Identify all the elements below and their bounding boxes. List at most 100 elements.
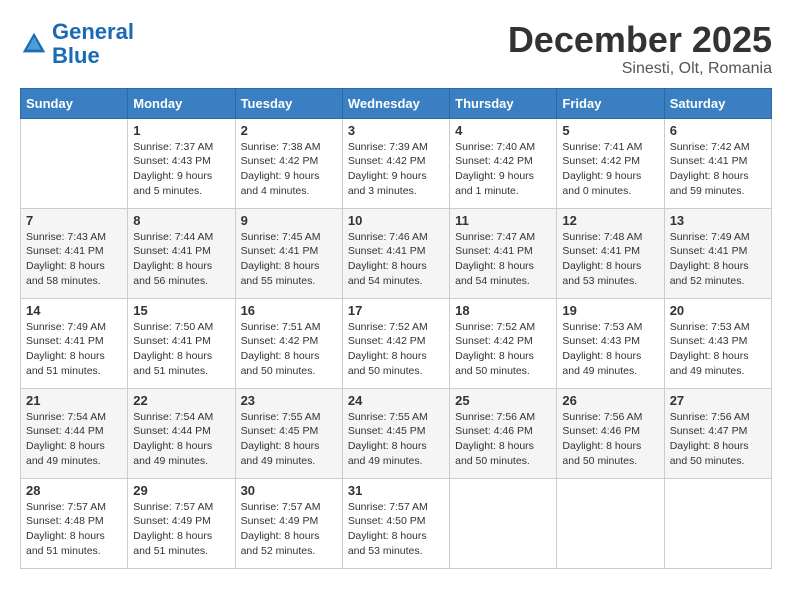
calendar-table: SundayMondayTuesdayWednesdayThursdayFrid… — [20, 88, 772, 569]
day-number: 6 — [670, 123, 766, 138]
week-row-3: 14 Sunrise: 7:49 AM Sunset: 4:41 PM Dayli… — [21, 298, 772, 388]
day-number: 27 — [670, 393, 766, 408]
weekday-header-row: SundayMondayTuesdayWednesdayThursdayFrid… — [21, 88, 772, 118]
calendar-cell: 30 Sunrise: 7:57 AM Sunset: 4:49 PM Dayli… — [235, 478, 342, 568]
day-info: Sunrise: 7:43 AM Sunset: 4:41 PM Dayligh… — [26, 230, 122, 289]
logo-line1: General — [52, 19, 134, 44]
weekday-header-friday: Friday — [557, 88, 664, 118]
day-number: 1 — [133, 123, 229, 138]
day-info: Sunrise: 7:55 AM Sunset: 4:45 PM Dayligh… — [241, 410, 337, 469]
calendar-cell: 4 Sunrise: 7:40 AM Sunset: 4:42 PM Daylig… — [450, 118, 557, 208]
day-info: Sunrise: 7:44 AM Sunset: 4:41 PM Dayligh… — [133, 230, 229, 289]
logo-text: General Blue — [52, 20, 134, 68]
calendar-cell: 1 Sunrise: 7:37 AM Sunset: 4:43 PM Daylig… — [128, 118, 235, 208]
day-number: 24 — [348, 393, 444, 408]
day-info: Sunrise: 7:48 AM Sunset: 4:41 PM Dayligh… — [562, 230, 658, 289]
weekday-header-monday: Monday — [128, 88, 235, 118]
day-number: 13 — [670, 213, 766, 228]
day-info: Sunrise: 7:38 AM Sunset: 4:42 PM Dayligh… — [241, 140, 337, 199]
day-info: Sunrise: 7:45 AM Sunset: 4:41 PM Dayligh… — [241, 230, 337, 289]
day-number: 18 — [455, 303, 551, 318]
day-number: 20 — [670, 303, 766, 318]
calendar-cell: 23 Sunrise: 7:55 AM Sunset: 4:45 PM Dayli… — [235, 388, 342, 478]
weekday-header-saturday: Saturday — [664, 88, 771, 118]
day-number: 4 — [455, 123, 551, 138]
calendar-cell: 28Sunrise: 7:57 AM Sunset: 4:48 PM Dayli… — [21, 478, 128, 568]
day-number: 10 — [348, 213, 444, 228]
calendar-cell — [450, 478, 557, 568]
day-info: Sunrise: 7:41 AM Sunset: 4:42 PM Dayligh… — [562, 140, 658, 199]
calendar-cell: 16Sunrise: 7:51 AM Sunset: 4:42 PM Dayli… — [235, 298, 342, 388]
day-info: Sunrise: 7:37 AM Sunset: 4:43 PM Dayligh… — [133, 140, 229, 199]
calendar-cell: 8Sunrise: 7:44 AM Sunset: 4:41 PM Daylig… — [128, 208, 235, 298]
logo-line2: Blue — [52, 43, 100, 68]
day-info: Sunrise: 7:47 AM Sunset: 4:41 PM Dayligh… — [455, 230, 551, 289]
calendar-cell: 10 Sunrise: 7:46 AM Sunset: 4:41 PM Dayli… — [342, 208, 449, 298]
calendar-cell: 13 Sunrise: 7:49 AM Sunset: 4:41 PM Dayli… — [664, 208, 771, 298]
calendar-cell: 18 Sunrise: 7:52 AM Sunset: 4:42 PM Dayli… — [450, 298, 557, 388]
day-info: Sunrise: 7:50 AM Sunset: 4:41 PM Dayligh… — [133, 320, 229, 379]
day-info: Sunrise: 7:52 AM Sunset: 4:42 PM Dayligh… — [455, 320, 551, 379]
day-number: 3 — [348, 123, 444, 138]
calendar-cell: 2Sunrise: 7:38 AM Sunset: 4:42 PM Daylig… — [235, 118, 342, 208]
calendar-cell: 12 Sunrise: 7:48 AM Sunset: 4:41 PM Dayli… — [557, 208, 664, 298]
calendar-cell: 3 Sunrise: 7:39 AM Sunset: 4:42 PM Daylig… — [342, 118, 449, 208]
calendar-cell: 24Sunrise: 7:55 AM Sunset: 4:45 PM Dayli… — [342, 388, 449, 478]
day-number: 9 — [241, 213, 337, 228]
week-row-5: 28Sunrise: 7:57 AM Sunset: 4:48 PM Dayli… — [21, 478, 772, 568]
day-number: 14 — [26, 303, 122, 318]
day-info: Sunrise: 7:40 AM Sunset: 4:42 PM Dayligh… — [455, 140, 551, 199]
day-info: Sunrise: 7:53 AM Sunset: 4:43 PM Dayligh… — [562, 320, 658, 379]
calendar-cell — [21, 118, 128, 208]
day-number: 12 — [562, 213, 658, 228]
week-row-1: 1 Sunrise: 7:37 AM Sunset: 4:43 PM Daylig… — [21, 118, 772, 208]
day-info: Sunrise: 7:54 AM Sunset: 4:44 PM Dayligh… — [26, 410, 122, 469]
day-number: 30 — [241, 483, 337, 498]
calendar-cell: 26Sunrise: 7:56 AM Sunset: 4:46 PM Dayli… — [557, 388, 664, 478]
calendar-cell: 7 Sunrise: 7:43 AM Sunset: 4:41 PM Daylig… — [21, 208, 128, 298]
calendar-cell: 29Sunrise: 7:57 AM Sunset: 4:49 PM Dayli… — [128, 478, 235, 568]
calendar-cell: 11 Sunrise: 7:47 AM Sunset: 4:41 PM Dayli… — [450, 208, 557, 298]
month-title: December 2025 — [508, 20, 772, 60]
calendar-cell: 21 Sunrise: 7:54 AM Sunset: 4:44 PM Dayli… — [21, 388, 128, 478]
day-number: 11 — [455, 213, 551, 228]
day-info: Sunrise: 7:46 AM Sunset: 4:41 PM Dayligh… — [348, 230, 444, 289]
day-info: Sunrise: 7:57 AM Sunset: 4:50 PM Dayligh… — [348, 500, 444, 559]
location: Sinesti, Olt, Romania — [508, 60, 772, 78]
day-number: 21 — [26, 393, 122, 408]
calendar-cell: 9 Sunrise: 7:45 AM Sunset: 4:41 PM Daylig… — [235, 208, 342, 298]
day-number: 17 — [348, 303, 444, 318]
calendar-cell: 17Sunrise: 7:52 AM Sunset: 4:42 PM Dayli… — [342, 298, 449, 388]
calendar-cell — [664, 478, 771, 568]
title-block: December 2025 Sinesti, Olt, Romania — [508, 20, 772, 78]
calendar-cell: 31Sunrise: 7:57 AM Sunset: 4:50 PM Dayli… — [342, 478, 449, 568]
day-number: 5 — [562, 123, 658, 138]
day-number: 26 — [562, 393, 658, 408]
calendar-cell: 15Sunrise: 7:50 AM Sunset: 4:41 PM Dayli… — [128, 298, 235, 388]
day-info: Sunrise: 7:54 AM Sunset: 4:44 PM Dayligh… — [133, 410, 229, 469]
day-info: Sunrise: 7:57 AM Sunset: 4:49 PM Dayligh… — [241, 500, 337, 559]
calendar-cell: 19 Sunrise: 7:53 AM Sunset: 4:43 PM Dayli… — [557, 298, 664, 388]
day-number: 23 — [241, 393, 337, 408]
week-row-2: 7 Sunrise: 7:43 AM Sunset: 4:41 PM Daylig… — [21, 208, 772, 298]
day-info: Sunrise: 7:56 AM Sunset: 4:47 PM Dayligh… — [670, 410, 766, 469]
weekday-header-sunday: Sunday — [21, 88, 128, 118]
day-number: 28 — [26, 483, 122, 498]
day-info: Sunrise: 7:56 AM Sunset: 4:46 PM Dayligh… — [455, 410, 551, 469]
calendar-cell: 25Sunrise: 7:56 AM Sunset: 4:46 PM Dayli… — [450, 388, 557, 478]
logo: General Blue — [20, 20, 134, 68]
day-info: Sunrise: 7:39 AM Sunset: 4:42 PM Dayligh… — [348, 140, 444, 199]
calendar-cell: 5 Sunrise: 7:41 AM Sunset: 4:42 PM Daylig… — [557, 118, 664, 208]
weekday-header-tuesday: Tuesday — [235, 88, 342, 118]
weekday-header-wednesday: Wednesday — [342, 88, 449, 118]
day-info: Sunrise: 7:49 AM Sunset: 4:41 PM Dayligh… — [26, 320, 122, 379]
calendar-cell: 27 Sunrise: 7:56 AM Sunset: 4:47 PM Dayli… — [664, 388, 771, 478]
page-header: General Blue December 2025 Sinesti, Olt,… — [20, 20, 772, 78]
day-number: 22 — [133, 393, 229, 408]
day-number: 7 — [26, 213, 122, 228]
day-number: 19 — [562, 303, 658, 318]
calendar-cell — [557, 478, 664, 568]
day-info: Sunrise: 7:49 AM Sunset: 4:41 PM Dayligh… — [670, 230, 766, 289]
day-info: Sunrise: 7:57 AM Sunset: 4:49 PM Dayligh… — [133, 500, 229, 559]
calendar-cell: 20Sunrise: 7:53 AM Sunset: 4:43 PM Dayli… — [664, 298, 771, 388]
